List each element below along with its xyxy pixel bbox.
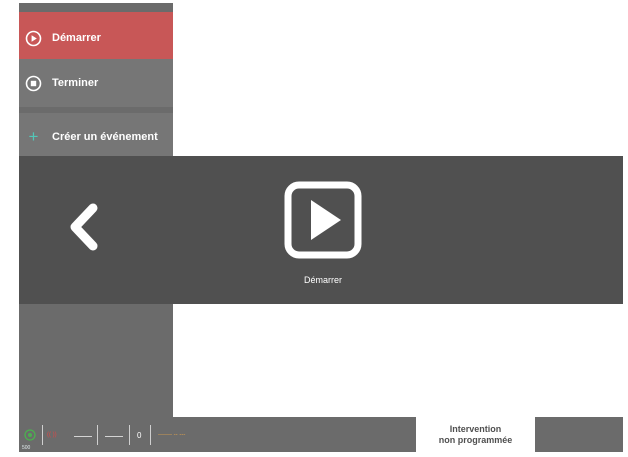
plus-icon: + <box>28 127 39 146</box>
stop-circle-icon <box>25 75 42 92</box>
play-circle-icon <box>25 30 42 47</box>
play-square-icon <box>284 181 362 259</box>
intervention-line1: Intervention <box>449 423 502 434</box>
create-event-button[interactable]: + Créer un événement <box>19 113 173 161</box>
dash-indicator <box>105 436 123 437</box>
start-label: Démarrer <box>52 32 101 44</box>
create-event-label: Créer un événement <box>52 131 158 143</box>
intervention-type-button[interactable]: Intervention non programmée <box>416 417 535 452</box>
start-confirm-overlay: Démarrer <box>19 156 623 304</box>
app-window: Démarrer Terminer + Créer un événement D… <box>3 3 623 452</box>
end-button[interactable]: Terminer <box>19 59 173 107</box>
divider <box>97 425 98 445</box>
divider <box>129 425 130 445</box>
chevron-left-icon <box>70 203 98 251</box>
end-label: Terminer <box>52 77 99 89</box>
target-icon <box>24 429 36 441</box>
time-indicator: ------- -- --- <box>158 432 186 438</box>
status-bar: 500 (( )) 0 ------- -- --- Intervention … <box>19 417 623 452</box>
confirm-start-label: Démarrer <box>303 275 342 285</box>
start-button[interactable]: Démarrer <box>19 12 173 64</box>
intervention-line2: non programmée <box>438 434 513 445</box>
divider <box>42 425 43 445</box>
connection-indicator: (( )) <box>47 432 57 438</box>
counter-value: 0 <box>137 431 142 440</box>
dash-indicator <box>74 436 92 437</box>
gps-value: 500 <box>22 445 31 451</box>
confirm-start-button[interactable] <box>283 180 363 260</box>
back-button[interactable] <box>63 202 103 252</box>
divider <box>150 425 151 445</box>
